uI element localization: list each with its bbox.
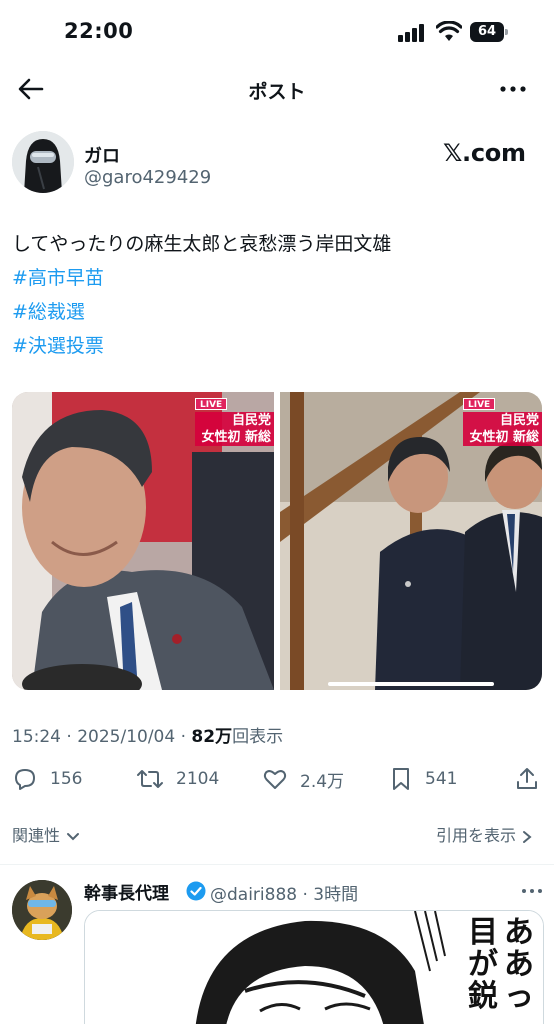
cellular-signal-icon	[398, 24, 428, 42]
view-quotes-link[interactable]: 引用を表示	[436, 822, 533, 846]
bookmark-count: 541	[425, 769, 458, 789]
bookmark-icon	[393, 768, 409, 790]
post-timestamp[interactable]: 15:24 · 2025/10/04 ·	[12, 727, 191, 747]
ticker-line: 女性初 新総	[201, 430, 271, 445]
view-quotes-label: 引用を表示	[436, 826, 517, 845]
share-button[interactable]	[514, 762, 540, 796]
repost-count: 2104	[176, 769, 220, 789]
status-bar: 22:00 64	[0, 0, 554, 62]
repost-button[interactable]: 2104	[136, 762, 219, 796]
ticker-line: 自民党	[231, 413, 271, 428]
hashtag-link[interactable]: #高市早苗	[12, 266, 104, 290]
live-badge: LIVE	[463, 398, 496, 410]
post-text: してやったりの麻生太郎と哀愁漂う岸田文雄	[12, 233, 392, 255]
status-time: 22:00	[64, 19, 134, 43]
like-count: 2.4万	[300, 771, 345, 792]
share-icon	[517, 768, 537, 789]
hashtag-link[interactable]: #決選投票	[12, 334, 104, 358]
top-navigation: ポスト	[0, 62, 554, 116]
verified-badge-icon	[186, 881, 206, 901]
author-avatar[interactable]	[12, 131, 74, 193]
news-ticker: 自民党 女性初 新総	[195, 412, 274, 446]
reply-media-image[interactable]: ああっ 目が鋭	[84, 910, 544, 1024]
reply-handle-time[interactable]: @dairi888 · 3時間	[210, 880, 358, 905]
relevance-label: 関連性	[12, 826, 61, 845]
chevron-down-icon	[67, 832, 80, 840]
reply-icon	[15, 769, 35, 790]
source-label: 𝕏.com	[443, 139, 526, 167]
reply-count: 156	[50, 769, 83, 789]
action-bar: 156 2104 2.4万 541	[0, 762, 554, 796]
page-title: ポスト	[248, 81, 306, 103]
live-badge: LIVE	[195, 398, 228, 410]
manga-text: ああっ	[504, 915, 534, 1014]
divider	[0, 864, 554, 865]
media-page-indicator	[328, 682, 494, 686]
ticker-line: 自民党	[499, 413, 539, 428]
chevron-right-icon	[523, 830, 532, 843]
battery-icon: 64	[470, 22, 508, 42]
view-label: 回表示	[232, 727, 284, 747]
view-count: 82万	[191, 727, 233, 747]
wifi-icon	[436, 21, 462, 41]
reply-button[interactable]: 156	[12, 762, 82, 796]
hashtag-link[interactable]: #総裁選	[12, 300, 85, 324]
ticker-line: 女性初 新総	[469, 430, 539, 445]
repost-icon	[137, 770, 163, 788]
post-media: LIVE 自民党 女性初 新総 LIVE 自民党 女性初 新総	[12, 392, 542, 690]
news-ticker: 自民党 女性初 新総	[463, 412, 542, 446]
reply-more-icon[interactable]	[520, 885, 544, 897]
relevance-sort-dropdown[interactable]: 関連性	[12, 822, 81, 846]
reply-avatar[interactable]	[12, 880, 72, 940]
battery-level: 64	[470, 22, 504, 42]
author-name[interactable]: ガロ	[84, 142, 120, 168]
bookmark-button[interactable]: 541	[389, 762, 457, 796]
photo-2[interactable]: LIVE 自民党 女性初 新総	[280, 392, 542, 690]
author-handle[interactable]: @garo429429	[84, 167, 211, 188]
post-meta: 15:24 · 2025/10/04 · 82万回表示	[12, 722, 283, 747]
manga-text: 目が鋭	[468, 915, 498, 1014]
reply-author-name[interactable]: 幹事長代理	[84, 879, 169, 904]
photo-1[interactable]: LIVE 自民党 女性初 新総	[12, 392, 274, 690]
like-button[interactable]: 2.4万	[262, 762, 344, 796]
heart-icon	[263, 770, 287, 789]
more-options-icon[interactable]	[496, 75, 530, 103]
